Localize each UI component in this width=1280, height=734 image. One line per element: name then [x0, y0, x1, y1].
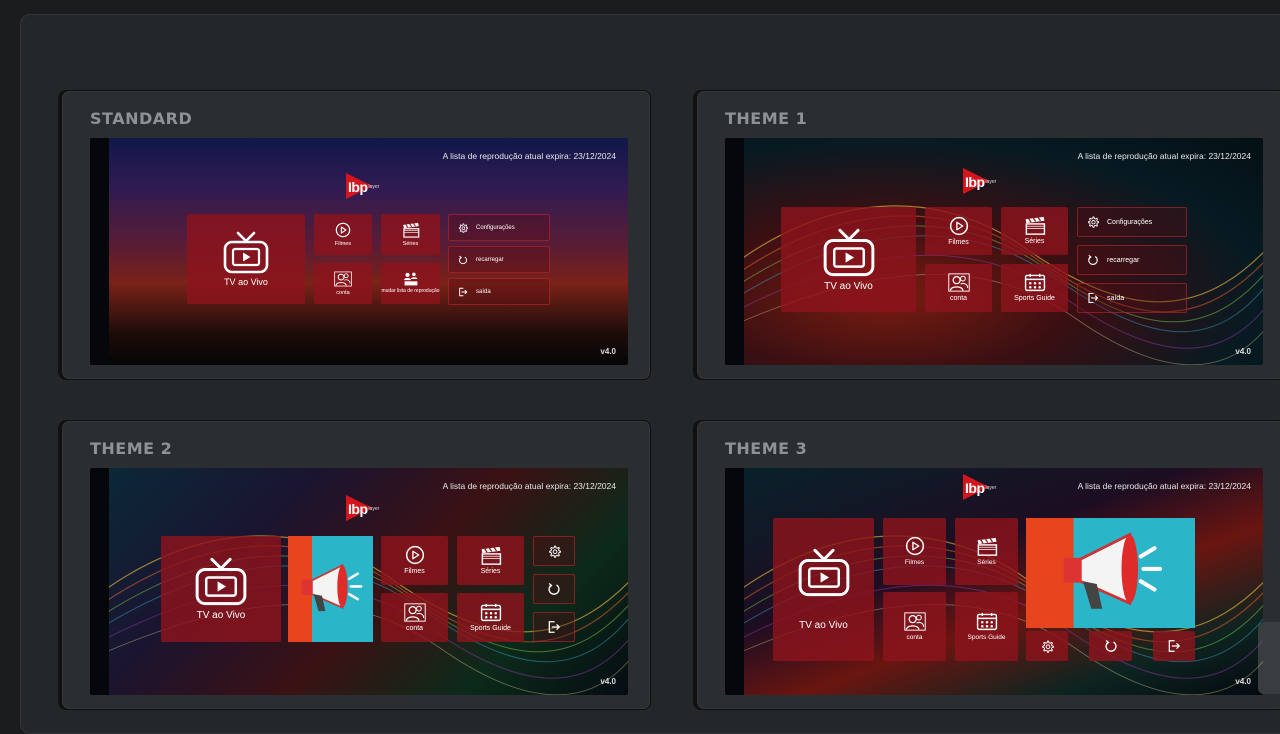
preview-left-bar	[90, 468, 109, 695]
tile-account[interactable]: conta	[925, 264, 992, 312]
tile-account[interactable]: conta	[883, 592, 946, 661]
account-icon	[334, 271, 352, 287]
account-icon	[404, 603, 426, 622]
exit-button[interactable]	[1153, 631, 1195, 661]
preview-left-bar	[725, 138, 744, 365]
reload-icon	[1087, 254, 1099, 266]
reload-button[interactable]	[1089, 631, 1132, 661]
gear-icon	[1041, 640, 1054, 653]
tile-change-playlist[interactable]: mudar lista de reprodução	[381, 263, 440, 304]
playlist-expiry-text: A lista de reprodução atual expira: 23/1…	[442, 481, 616, 491]
app-logo: Ibp layer	[346, 495, 379, 521]
tile-movies[interactable]: Filmes	[314, 214, 372, 255]
theme-preview-theme-3: Ibp layer A lista de reprodução atual ex…	[725, 468, 1263, 695]
gear-icon	[548, 545, 561, 558]
settings-button[interactable]	[1026, 631, 1068, 661]
play-circle-icon	[335, 222, 351, 238]
exit-icon	[1167, 639, 1181, 653]
tile-series[interactable]: Séries	[381, 214, 440, 255]
settings-button[interactable]: Configurações	[448, 214, 550, 241]
theme-card-title: THEME 2	[90, 439, 173, 458]
exit-icon	[458, 287, 468, 297]
theme-card-theme-2[interactable]: THEME 2 A lista de reprodução atual expi…	[61, 420, 651, 710]
tile-sports-guide[interactable]: Sports Guide	[1001, 264, 1068, 312]
tile-account[interactable]: conta	[314, 263, 372, 304]
playlist-expiry-text: A lista de reprodução atual expira: 23/1…	[1077, 151, 1251, 161]
app-version: v4.0	[600, 347, 616, 356]
preview-left-bar	[90, 138, 109, 365]
tile-live-tv[interactable]: TV ao Vivo	[773, 518, 874, 661]
tile-live-tv[interactable]: TV ao Vivo	[161, 536, 281, 642]
theme-preview-theme-2: A lista de reprodução atual expira: 23/1…	[90, 468, 628, 695]
gear-icon	[458, 223, 468, 233]
app-version: v4.0	[1235, 347, 1251, 356]
theme-selection-panel: STANDARD A lista de reprodução atual exp…	[20, 14, 1280, 734]
theme-preview-theme-1: A lista de reprodução atual expira: 23/1…	[725, 138, 1263, 365]
calendar-icon	[976, 612, 998, 631]
theme-card-theme-3[interactable]: THEME 3 Ibp layer A lista de reprodução …	[696, 420, 1280, 710]
playlist-expiry-text: A lista de reprodução atual expira: 23/1…	[1077, 481, 1251, 491]
tv-icon	[222, 231, 270, 275]
calendar-icon	[480, 603, 502, 622]
clapperboard-icon	[976, 537, 998, 556]
exit-button[interactable]: saída	[1077, 283, 1187, 313]
tile-live-tv[interactable]: TV ao Vivo	[781, 207, 916, 312]
account-icon	[948, 273, 970, 292]
tile-series[interactable]: Séries	[457, 536, 524, 585]
megaphone-icon	[288, 536, 373, 642]
reload-button[interactable]	[533, 574, 575, 604]
tile-movies[interactable]: Filmes	[925, 207, 992, 255]
app-logo: Ibp layer	[963, 474, 996, 500]
clapperboard-icon	[1024, 216, 1046, 235]
change-playlist-icon	[402, 272, 420, 286]
promo-banner	[288, 536, 373, 642]
reload-icon	[458, 255, 468, 265]
theme-card-title: STANDARD	[90, 109, 193, 128]
preview-left-bar	[725, 468, 744, 695]
tile-live-tv[interactable]: TV ao Vivo	[187, 214, 305, 304]
play-circle-icon	[405, 545, 425, 565]
tile-sports-guide[interactable]: Sports Guide	[955, 592, 1018, 661]
app-logo: Ibp layer	[346, 173, 379, 199]
reload-button[interactable]: recarregar	[448, 246, 550, 273]
clapperboard-icon	[402, 222, 420, 238]
clapperboard-icon	[480, 546, 502, 565]
tile-account[interactable]: conta	[381, 593, 448, 642]
play-circle-icon	[949, 216, 969, 236]
theme-preview-standard: A lista de reprodução atual expira: 23/1…	[90, 138, 628, 365]
exit-button[interactable]: saída	[448, 278, 550, 305]
theme-card-theme-1[interactable]: THEME 1 A lista de reprodução atual expi…	[696, 90, 1280, 380]
promo-banner	[1026, 518, 1195, 628]
tile-movies[interactable]: Filmes	[381, 536, 448, 585]
theme-card-title: THEME 1	[725, 109, 808, 128]
app-version: v4.0	[1235, 677, 1251, 686]
settings-button[interactable]	[533, 536, 575, 566]
exit-icon	[1087, 292, 1099, 304]
exit-icon	[547, 620, 561, 634]
exit-button[interactable]	[533, 612, 575, 642]
account-icon	[904, 612, 926, 631]
app-logo: Ibp layer	[963, 168, 996, 194]
tile-series[interactable]: Séries	[955, 518, 1018, 585]
tile-series[interactable]: Séries	[1001, 207, 1068, 255]
tv-icon	[796, 548, 852, 598]
tile-sports-guide[interactable]: Sports Guide	[457, 593, 524, 642]
theme-card-standard[interactable]: STANDARD A lista de reprodução atual exp…	[61, 90, 651, 380]
tile-movies[interactable]: Filmes	[883, 518, 946, 585]
reload-icon	[547, 582, 561, 596]
calendar-icon	[1024, 273, 1046, 292]
play-circle-icon	[905, 536, 925, 556]
megaphone-icon	[1026, 518, 1195, 628]
app-version: v4.0	[600, 677, 616, 686]
tv-icon	[821, 228, 877, 278]
gear-icon	[1087, 216, 1099, 228]
tv-icon	[193, 557, 249, 607]
theme-card-title: THEME 3	[725, 439, 808, 458]
settings-button[interactable]: Configurações	[1077, 207, 1187, 237]
reload-icon	[1104, 639, 1118, 653]
reload-button[interactable]: recarregar	[1077, 245, 1187, 275]
playlist-expiry-text: A lista de reprodução atual expira: 23/1…	[442, 151, 616, 161]
